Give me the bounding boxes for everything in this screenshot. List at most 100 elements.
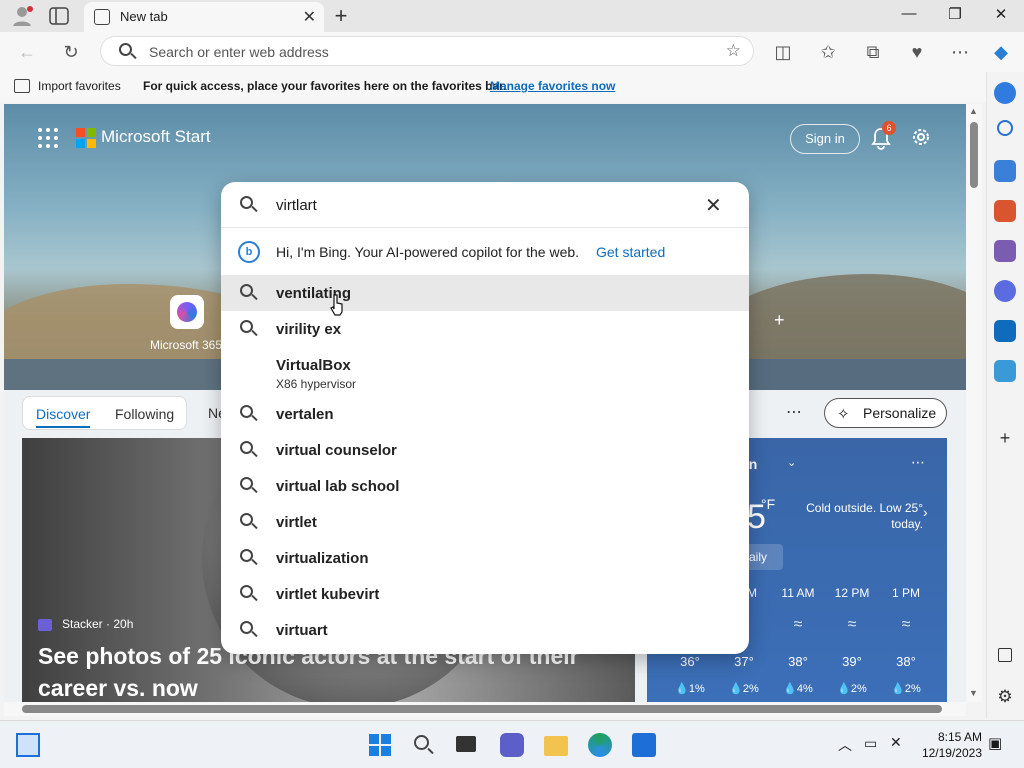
settings-gear-icon[interactable] <box>910 126 932 148</box>
task-view-icon[interactable] <box>456 736 476 752</box>
outlook-icon[interactable] <box>994 320 1016 342</box>
wind-icon: ≈ <box>793 616 803 633</box>
add-sidebar-app-icon[interactable]: + <box>994 427 1016 449</box>
hour-temp: 38° <box>788 654 808 669</box>
suggestion-item[interactable]: virility ex <box>221 311 749 347</box>
tab-discover[interactable]: Discover <box>36 406 90 422</box>
hour-temp: 39° <box>842 654 862 669</box>
search-icon <box>240 585 258 603</box>
active-tab-indicator <box>36 426 90 428</box>
hour-precip: 💧4% <box>783 683 813 695</box>
microsoft365-tile[interactable] <box>170 295 204 329</box>
weather-note: Cold outside. Low 25° today. <box>806 501 923 531</box>
games-icon[interactable] <box>994 240 1016 262</box>
chevron-up-icon[interactable]: ︿ <box>838 735 852 755</box>
weather-more-icon[interactable]: ⋯ <box>911 454 925 471</box>
app-launcher-icon[interactable] <box>38 128 58 148</box>
hide-sidebar-icon[interactable] <box>998 648 1012 662</box>
tools-icon[interactable] <box>994 200 1016 222</box>
horizontal-scrollbar[interactable] <box>4 702 966 716</box>
suggestion-item[interactable]: virtualization <box>221 540 749 576</box>
more-menu-icon[interactable]: ⋯ <box>949 41 971 63</box>
scroll-up-icon[interactable]: ▲ <box>969 106 978 116</box>
hour-precip: 💧2% <box>891 683 921 695</box>
tab-actions-icon[interactable] <box>48 6 70 26</box>
notifications-icon[interactable] <box>994 82 1016 104</box>
browser-essentials-icon[interactable]: ♥ <box>906 41 928 63</box>
suggestion-item[interactable]: virtual lab school <box>221 468 749 504</box>
clock-time: 8:15 AM <box>937 730 982 744</box>
search-icon <box>240 621 258 639</box>
new-tab-button[interactable]: + <box>331 3 351 29</box>
horizontal-scroll-thumb[interactable] <box>22 705 942 713</box>
copilot-icon[interactable]: ◆ <box>990 41 1012 63</box>
suggestion-item[interactable]: virtuart <box>221 612 749 648</box>
search-box[interactable]: virtlart ✕ <box>221 182 749 228</box>
notification-center-icon[interactable]: ▣ <box>988 734 1002 752</box>
favorite-star-icon[interactable]: ☆ <box>726 41 741 61</box>
precip-value: 2% <box>742 683 759 695</box>
navigation-bar: ← ↻ Search or enter web address ☆ ◫ ✩ ⧉ … <box>0 32 1024 72</box>
clock[interactable]: 8:15 AM 12/19/2023 <box>918 729 982 761</box>
manage-favorites-link[interactable]: Manage favorites now <box>490 79 615 93</box>
tab-following[interactable]: Following <box>115 406 174 422</box>
widgets-icon[interactable] <box>16 733 40 757</box>
sidebar-settings-icon[interactable]: ⚙ <box>994 686 1016 708</box>
vertical-scrollbar[interactable]: ▲ ▼ <box>966 104 982 702</box>
microsoft365-icon[interactable] <box>994 280 1016 302</box>
restore-button[interactable]: ❐ <box>940 5 970 23</box>
suggestion-item[interactable]: virtlet <box>221 504 749 540</box>
back-arrow-icon[interactable]: ← <box>16 41 38 63</box>
suggestion-item[interactable]: vertalen <box>221 396 749 432</box>
minimize-button[interactable]: — <box>894 5 924 22</box>
suggestion-item[interactable]: virtual counselor <box>221 432 749 468</box>
search-icon <box>240 477 258 495</box>
chat-icon[interactable] <box>500 733 524 757</box>
profile-icon[interactable] <box>10 5 34 27</box>
address-bar[interactable]: Search or enter web address ☆ <box>100 36 754 66</box>
edge-browser-icon[interactable] <box>588 733 612 757</box>
bing-copilot-row[interactable]: b Hi, I'm Bing. Your AI-powered copilot … <box>221 230 749 274</box>
refresh-icon[interactable]: ↻ <box>60 41 82 63</box>
microsoft-start-title[interactable]: Microsoft Start <box>101 127 211 147</box>
search-input[interactable]: virtlart <box>276 197 317 214</box>
search-sidebar-icon[interactable] <box>997 120 1013 136</box>
close-window-button[interactable]: ✕ <box>986 5 1016 23</box>
clear-search-icon[interactable]: ✕ <box>705 193 722 218</box>
sign-in-button[interactable]: Sign in <box>790 124 860 154</box>
temp-unit[interactable]: °F <box>761 496 775 512</box>
file-explorer-icon[interactable] <box>544 736 568 756</box>
shopping-icon[interactable] <box>994 160 1016 182</box>
scroll-down-icon[interactable]: ▼ <box>969 688 978 698</box>
network-icon[interactable]: ▭ <box>864 735 877 752</box>
tab-new-tab[interactable]: New tab ✕ <box>84 2 324 32</box>
suggestion-item[interactable]: ventilating <box>221 275 749 311</box>
chevron-right-icon[interactable]: › <box>923 504 928 520</box>
import-favorites-icon[interactable] <box>14 79 30 93</box>
clock-date: 12/19/2023 <box>921 746 982 760</box>
location-chevron-icon[interactable]: ⌄ <box>787 456 796 469</box>
suggestion-item[interactable]: VirtualBox X86 hypervisor <box>221 352 749 392</box>
bing-icon: b <box>238 241 260 263</box>
store-icon[interactable] <box>632 733 656 757</box>
search-suggestions-dropdown: virtlart ✕ b Hi, I'm Bing. Your AI-power… <box>221 182 749 654</box>
suggestion-item[interactable]: virtlet kubevirt <box>221 576 749 612</box>
feed-more-icon[interactable]: ⋯ <box>786 402 802 422</box>
collections-icon[interactable]: ⧉ <box>862 41 884 63</box>
sparkle-icon: ✧ <box>837 406 850 423</box>
split-screen-icon[interactable]: ◫ <box>772 41 794 63</box>
precip-value: 2% <box>850 683 867 695</box>
close-tab-icon[interactable]: ✕ <box>303 7 316 27</box>
tab-strip: New tab ✕ + — ❐ ✕ <box>0 0 1024 32</box>
get-started-link[interactable]: Get started <box>596 244 665 260</box>
favorites-icon[interactable]: ✩ <box>817 41 839 63</box>
vertical-scroll-thumb[interactable] <box>970 122 978 188</box>
start-button-icon[interactable] <box>368 733 392 757</box>
drop-icon[interactable] <box>994 360 1016 382</box>
personalize-label: Personalize <box>863 405 937 421</box>
import-favorites-button[interactable]: Import favorites <box>38 79 121 93</box>
add-shortcut-icon[interactable]: + <box>774 310 785 331</box>
taskbar-search-icon[interactable] <box>414 735 438 759</box>
volume-muted-icon[interactable]: ✕ <box>890 734 902 751</box>
personalize-button[interactable]: ✧ Personalize <box>824 398 947 428</box>
